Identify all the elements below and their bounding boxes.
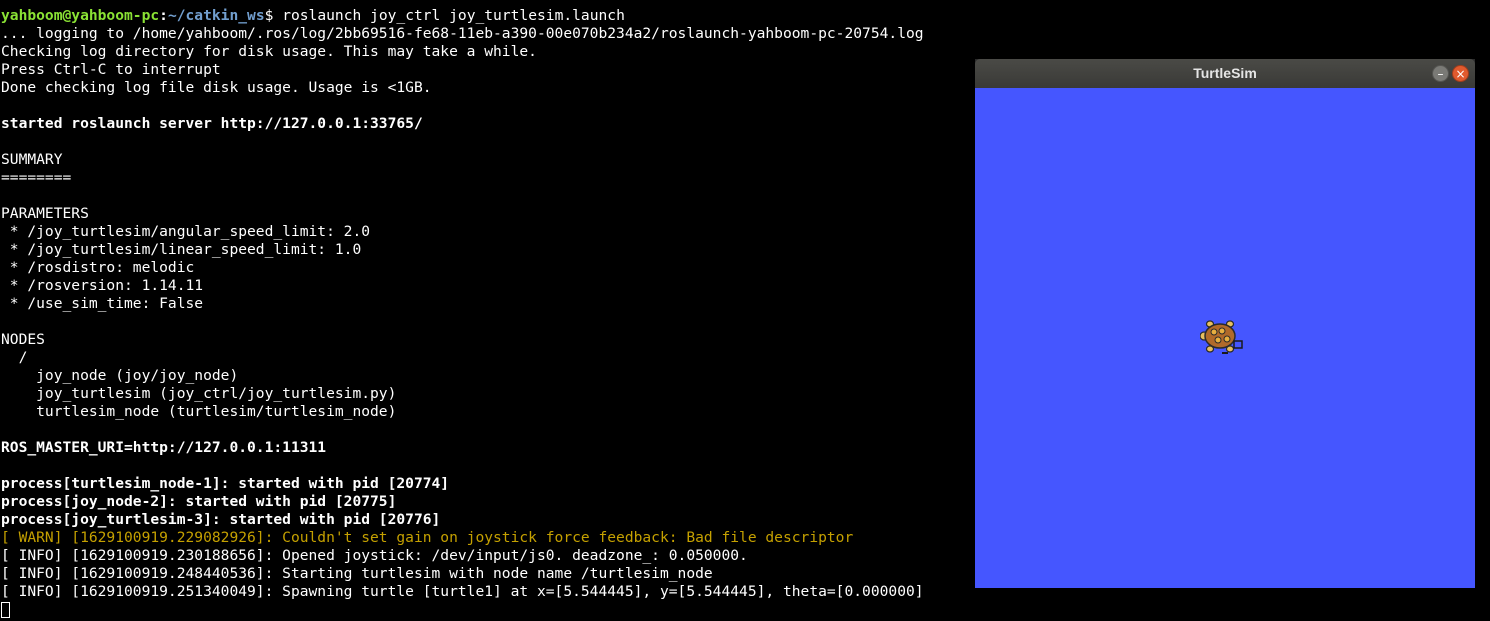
titlebar[interactable]: TurtleSim – × <box>975 59 1475 88</box>
terminal-cursor[interactable] <box>1 602 10 618</box>
summary-heading: SUMMARY <box>1 151 63 168</box>
server-started-line: started roslaunch server http://127.0.0.… <box>1 115 423 132</box>
ros-master-uri-line: ROS_MASTER_URI=http://127.0.0.1:11311 <box>1 439 327 456</box>
process-line: process[joy_node-2]: started with pid [2… <box>1 493 397 510</box>
info-line: [ INFO] [1629100919.248440536]: Starting… <box>1 565 713 582</box>
log-line-logging: ... logging to /home/yahboom/.ros/log/2b… <box>1 25 924 42</box>
process-line: process[joy_turtlesim-3]: started with p… <box>1 511 441 528</box>
window-title: TurtleSim <box>1193 65 1257 81</box>
close-icon: × <box>1455 67 1466 81</box>
info-line: [ INFO] [1629100919.251340049]: Spawning… <box>1 583 924 600</box>
log-line-done: Done checking log file disk usage. Usage… <box>1 79 432 96</box>
parameters-heading: PARAMETERS <box>1 205 89 222</box>
terminal-window[interactable]: yahboom@yahboom-pc:~/catkin_ws$ roslaunc… <box>0 0 975 621</box>
summary-underline: ======== <box>1 169 72 186</box>
parameter-item: * /rosversion: 1.14.11 <box>1 277 204 294</box>
parameter-item: * /rosdistro: melodic <box>1 259 195 276</box>
minimize-icon: – <box>1437 67 1444 81</box>
node-item: joy_node (joy/joy_node) <box>1 367 239 384</box>
turtlesim-window[interactable]: TurtleSim – × <box>975 59 1475 588</box>
terminal-output: yahboom@yahboom-pc:~/catkin_ws$ roslaunc… <box>1 7 924 619</box>
log-line-interrupt: Press Ctrl-C to interrupt <box>1 61 221 78</box>
log-line-checking: Checking log directory for disk usage. T… <box>1 43 537 60</box>
turtle-icon <box>1200 320 1243 354</box>
prompt-command: roslaunch joy_ctrl joy_turtlesim.launch <box>273 7 625 24</box>
prompt-line: yahboom@yahboom-pc:~/catkin_ws$ roslaunc… <box>1 7 924 25</box>
parameter-item: * /joy_turtlesim/angular_speed_limit: 2.… <box>1 223 371 240</box>
node-item: turtlesim_node (turtlesim/turtlesim_node… <box>1 403 397 420</box>
turtlesim-canvas <box>975 88 1475 588</box>
close-button[interactable]: × <box>1452 65 1469 82</box>
prompt-path: ~/catkin_ws <box>167 7 265 24</box>
cursor-line <box>1 601 924 619</box>
minimize-button[interactable]: – <box>1432 65 1449 82</box>
info-line: [ INFO] [1629100919.230188656]: Opened j… <box>1 547 748 564</box>
prompt-separator: : <box>159 7 168 24</box>
node-item: joy_turtlesim (joy_ctrl/joy_turtlesim.py… <box>1 385 397 402</box>
node-namespace: / <box>1 349 28 366</box>
parameter-item: * /use_sim_time: False <box>1 295 204 312</box>
process-line: process[turtlesim_node-1]: started with … <box>1 475 450 492</box>
prompt-user-host: yahboom@yahboom-pc <box>1 7 160 24</box>
nodes-heading: NODES <box>1 331 45 348</box>
parameter-item: * /joy_turtlesim/linear_speed_limit: 1.0 <box>1 241 362 258</box>
warn-line: [ WARN] [1629100919.229082926]: Couldn't… <box>1 529 854 546</box>
